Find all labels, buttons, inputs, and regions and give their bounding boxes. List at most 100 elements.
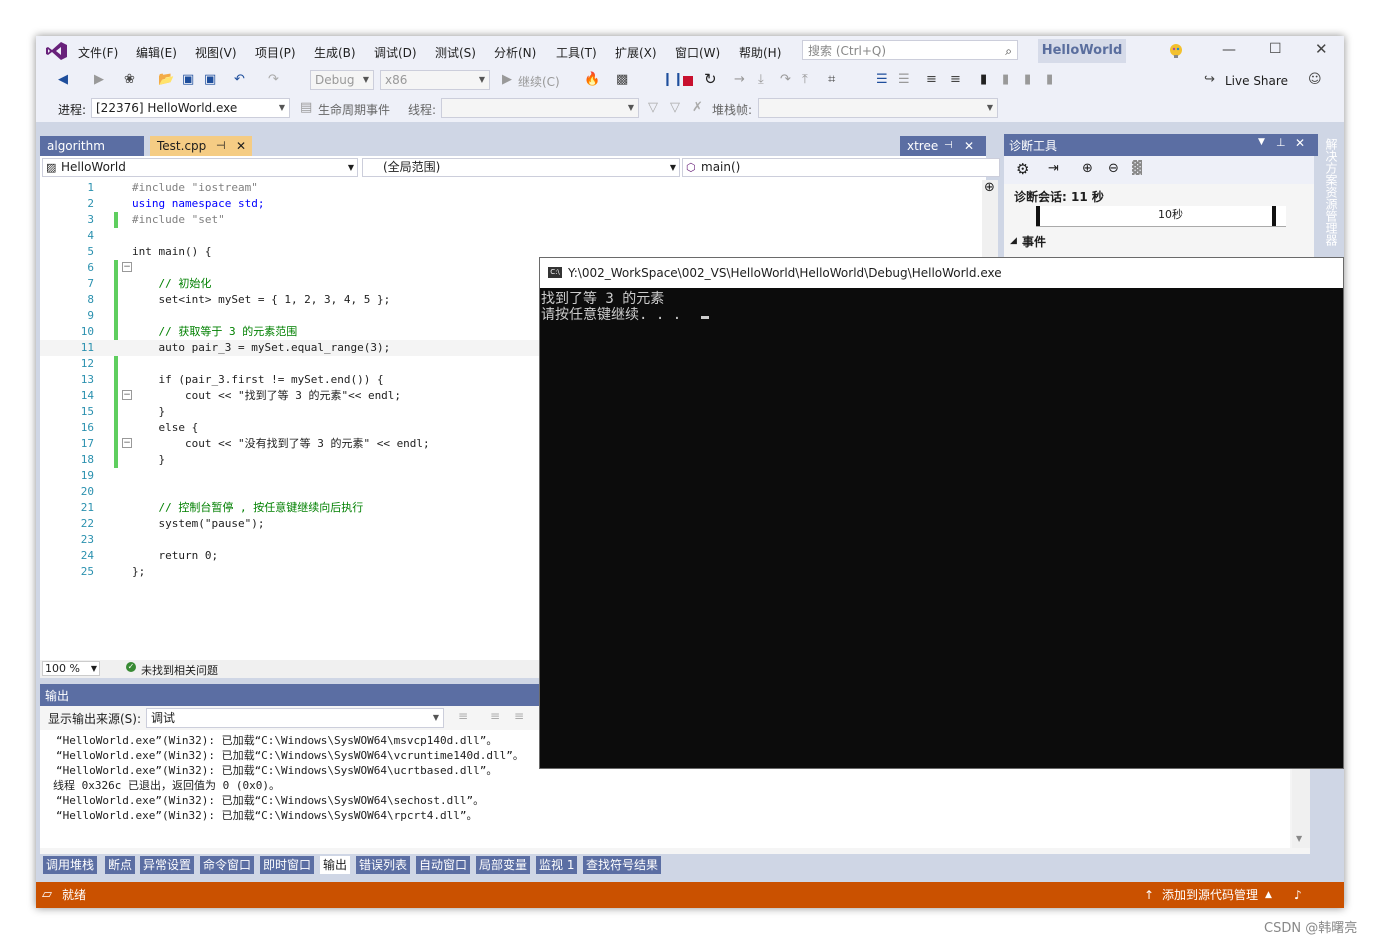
- tab-watch-1[interactable]: 监视 1: [536, 856, 578, 874]
- chevron-down-icon[interactable]: ▼: [1258, 137, 1265, 147]
- menu-debug[interactable]: 调试(D): [374, 44, 417, 61]
- open-file-icon[interactable]: 📂: [158, 72, 174, 87]
- scope-nav-select[interactable]: (全局范围) ▼: [362, 158, 680, 177]
- live-share-button[interactable]: Live Share: [1225, 74, 1288, 88]
- menu-tools[interactable]: 工具(T): [556, 44, 597, 61]
- tab-call-stack[interactable]: 调用堆栈: [43, 856, 98, 874]
- undo-icon[interactable]: ↶: [234, 72, 245, 87]
- flag-threads-icon[interactable]: ✗: [692, 100, 703, 115]
- live-share-icon[interactable]: ↪: [1204, 72, 1215, 87]
- pin-icon[interactable]: ⊥: [1276, 136, 1286, 149]
- zoom-select[interactable]: 100 % ▼: [42, 661, 100, 676]
- chart-icon[interactable]: ▓: [1132, 161, 1142, 176]
- bookmark-icon[interactable]: ▮: [980, 72, 987, 87]
- tab-exception-settings[interactable]: 异常设置: [140, 856, 195, 874]
- close-tab-icon[interactable]: ✕: [964, 136, 974, 156]
- tab-output[interactable]: 输出: [320, 856, 351, 874]
- pause-icon[interactable]: ❙❙: [662, 72, 684, 87]
- chevron-up-icon[interactable]: ▲: [1265, 882, 1272, 908]
- search-input[interactable]: 搜索 (Ctrl+Q) ⌕: [802, 40, 1018, 60]
- bookmark-clear-icon[interactable]: ▮: [1046, 72, 1053, 87]
- menu-extensions[interactable]: 扩展(X): [615, 44, 657, 61]
- tab-autos[interactable]: 自动窗口: [416, 856, 471, 874]
- expand-icon[interactable]: ◢: [1010, 236, 1017, 246]
- pin-icon[interactable]: ⊣: [216, 136, 226, 156]
- threads-icon[interactable]: ☰: [876, 72, 888, 87]
- menu-project[interactable]: 项目(P): [255, 44, 296, 61]
- close-tab-icon[interactable]: ✕: [236, 136, 246, 156]
- minimize-icon[interactable]: —: [1222, 42, 1236, 58]
- zoom-in-icon[interactable]: ⊕: [1082, 161, 1093, 176]
- step-over-icon[interactable]: ↷: [780, 72, 791, 87]
- menu-test[interactable]: 测试(S): [435, 44, 476, 61]
- hex-icon[interactable]: ⌗: [828, 72, 835, 87]
- timeline-end-marker[interactable]: [1272, 206, 1276, 226]
- export-icon[interactable]: ⇥: [1048, 161, 1059, 176]
- back-icon[interactable]: ◀: [58, 72, 68, 87]
- console-window[interactable]: C:\ Y:\002_WorkSpace\002_VS\HelloWorld\H…: [539, 257, 1344, 769]
- menu-window[interactable]: 窗口(W): [675, 44, 720, 61]
- prev-message-icon[interactable]: ≡: [490, 709, 500, 723]
- tab-locals[interactable]: 局部变量: [476, 856, 531, 874]
- restart-icon[interactable]: ↻: [704, 70, 717, 88]
- redo-icon[interactable]: ↷: [268, 72, 279, 87]
- step-out-icon[interactable]: ⤒: [802, 72, 808, 87]
- menu-analyze[interactable]: 分析(N): [494, 44, 536, 61]
- solution-explorer-tab[interactable]: 解决方案资源管理器: [1323, 138, 1340, 246]
- account-icon[interactable]: ☺: [1308, 72, 1322, 87]
- tab-test-cpp[interactable]: Test.cpp ⊣ ✕: [150, 136, 252, 156]
- step-into-icon[interactable]: ⤓: [758, 72, 764, 87]
- parallel-icon[interactable]: ☰: [898, 72, 910, 87]
- tab-immediate-window[interactable]: 即时窗口: [260, 856, 315, 874]
- platform-select[interactable]: x86 ▼: [380, 70, 490, 90]
- tab-error-list[interactable]: 错误列表: [356, 856, 411, 874]
- source-control-button[interactable]: 添加到源代码管理: [1162, 882, 1258, 908]
- scroll-down-icon[interactable]: ▼: [1296, 834, 1302, 843]
- continue-button[interactable]: 继续(C): [518, 73, 560, 90]
- filter-icon[interactable]: ▽: [648, 100, 658, 115]
- config-select[interactable]: Debug ▼: [310, 70, 374, 90]
- screenshot-icon[interactable]: ▩: [616, 72, 628, 87]
- pin-icon[interactable]: ⊣: [944, 136, 953, 156]
- find-message-icon[interactable]: ≡: [458, 709, 468, 723]
- tab-xtree[interactable]: xtree ⊣ ✕: [900, 136, 986, 156]
- menu-build[interactable]: 生成(B): [314, 44, 356, 61]
- maximize-icon[interactable]: ☐: [1269, 41, 1282, 57]
- timeline[interactable]: 10秒: [1036, 206, 1286, 227]
- stop-icon[interactable]: [683, 76, 693, 86]
- menu-edit[interactable]: 编辑(E): [136, 44, 177, 61]
- new-project-icon[interactable]: ❀: [124, 72, 135, 87]
- stackframe-select[interactable]: ▼: [758, 98, 998, 118]
- timeline-start-marker[interactable]: [1036, 206, 1040, 226]
- continue-icon[interactable]: ▶: [502, 72, 512, 87]
- filter-clear-icon[interactable]: ▽: [670, 100, 680, 115]
- tab-find-symbol-results[interactable]: 查找符号结果: [583, 856, 662, 874]
- tab-command-window[interactable]: 命令窗口: [200, 856, 255, 874]
- forward-icon[interactable]: ▶: [94, 72, 104, 87]
- next-message-icon[interactable]: ≡: [514, 709, 524, 723]
- tab-algorithm[interactable]: algorithm: [40, 136, 144, 156]
- comment-icon[interactable]: ≡: [926, 72, 937, 87]
- uncomment-icon[interactable]: ≡: [950, 72, 961, 87]
- lifecycle-events-button[interactable]: 生命周期事件: [318, 101, 390, 118]
- menu-file[interactable]: 文件(F): [78, 44, 118, 61]
- split-icon[interactable]: ⊕: [984, 180, 995, 195]
- feedback-icon[interactable]: [1167, 42, 1185, 60]
- tab-breakpoints[interactable]: 断点: [105, 856, 136, 874]
- output-source-select[interactable]: 调试 ▼: [146, 708, 444, 728]
- show-next-statement-icon[interactable]: →: [734, 72, 745, 87]
- gear-icon[interactable]: ⚙: [1016, 160, 1029, 178]
- save-icon[interactable]: ▣: [182, 72, 194, 87]
- thread-select[interactable]: ▼: [441, 98, 639, 118]
- close-icon[interactable]: ✕: [1315, 40, 1328, 58]
- process-select[interactable]: [22376] HelloWorld.exe ▼: [91, 98, 290, 118]
- save-all-icon[interactable]: ▣: [204, 72, 216, 87]
- member-nav-select[interactable]: ⬡ main(): [682, 158, 1000, 177]
- zoom-out-icon[interactable]: ⊖: [1108, 161, 1119, 176]
- hot-reload-icon[interactable]: 🔥: [584, 72, 600, 87]
- bookmark-next-icon[interactable]: ▮: [1024, 72, 1031, 87]
- menu-view[interactable]: 视图(V): [195, 44, 237, 61]
- notification-bell-icon[interactable]: ♪: [1294, 882, 1302, 908]
- close-icon[interactable]: ✕: [1295, 136, 1305, 150]
- console-title-bar[interactable]: C:\ Y:\002_WorkSpace\002_VS\HelloWorld\H…: [540, 258, 1343, 288]
